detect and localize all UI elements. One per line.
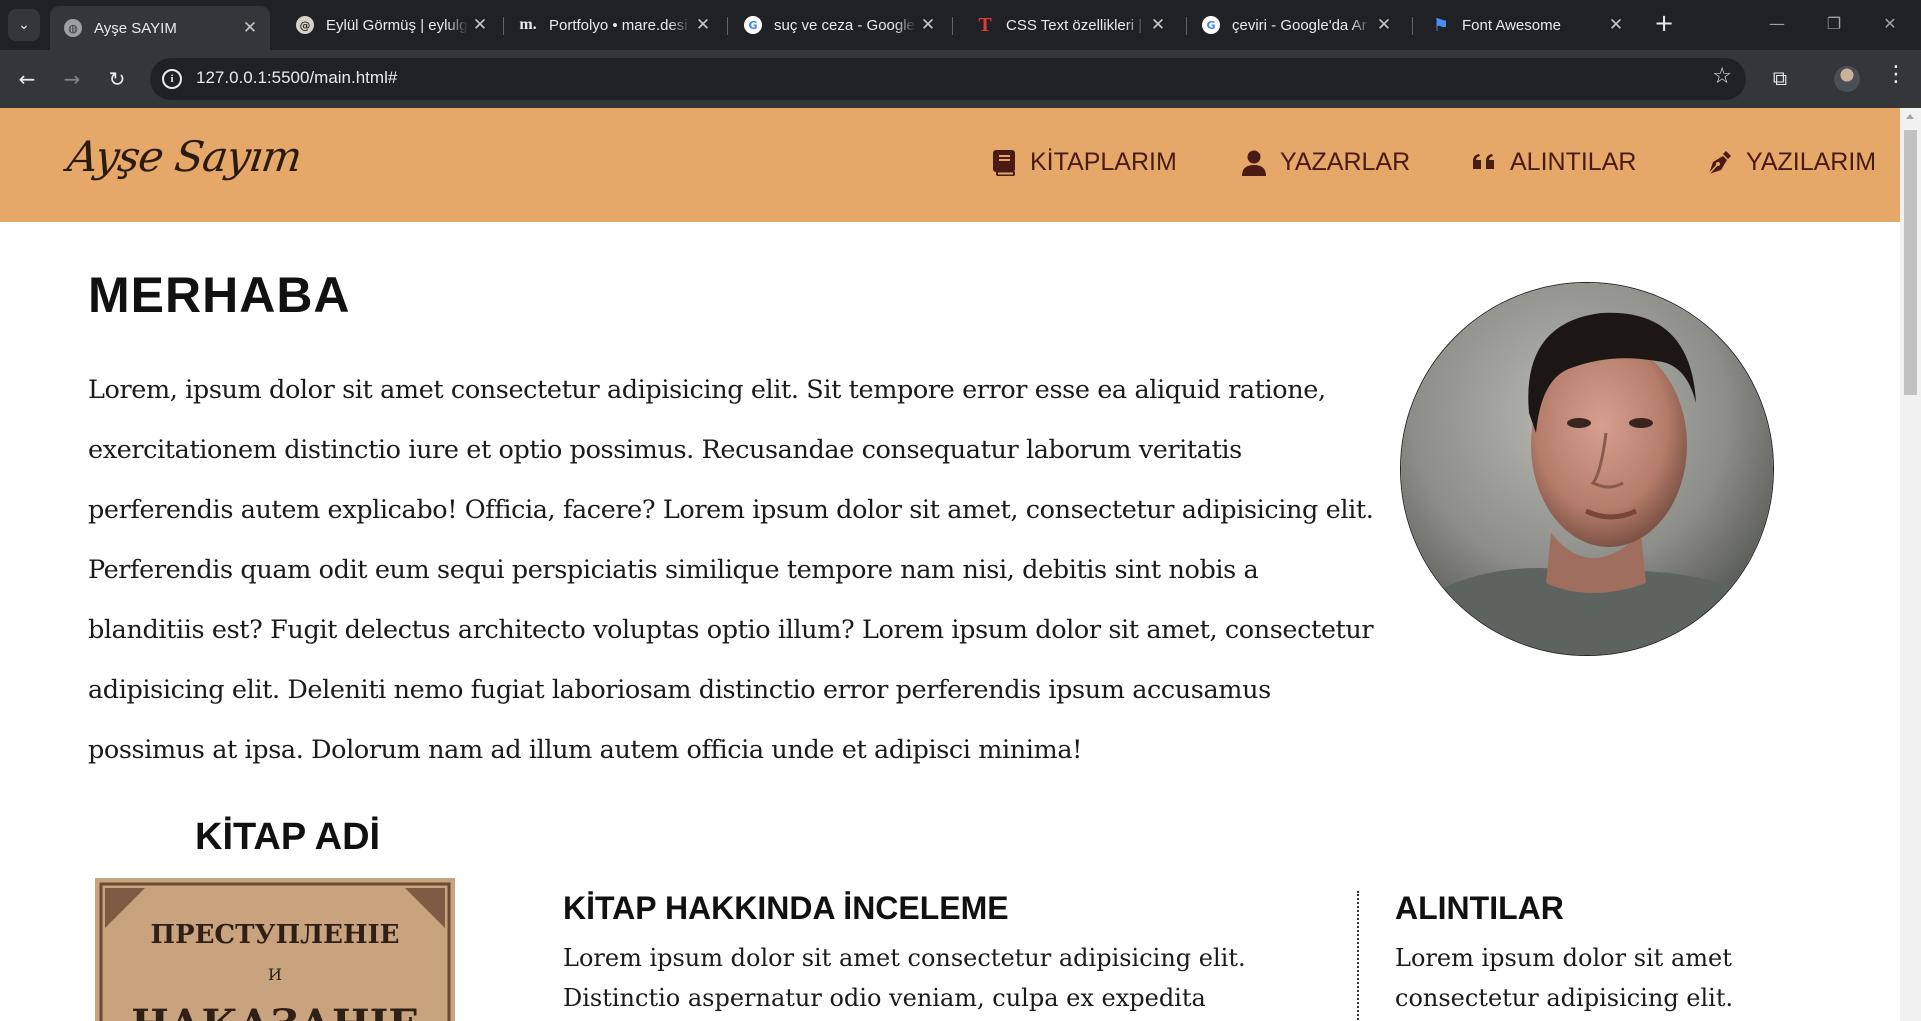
portrait-image <box>1401 283 1773 655</box>
close-icon[interactable]: ✕ <box>1372 15 1396 35</box>
url-text[interactable]: 127.0.0.1:5500/main.html# <box>196 68 397 88</box>
cover-title-line1: ПРЕСТУПЛЕНІЕ <box>151 920 400 950</box>
avatar[interactable] <box>1834 66 1860 92</box>
arrow-right-icon: → <box>63 67 81 91</box>
tab-title: suç ve ceza - Google <box>774 16 915 34</box>
nav-label: KİTAPLARIM <box>1030 148 1177 176</box>
tab-separator <box>1186 17 1187 35</box>
tab-suc-ve-ceza[interactable]: G suç ve ceza - Google ✕ <box>730 6 948 44</box>
scroll-up-icon[interactable] <box>1906 114 1914 119</box>
restore-icon: ❐ <box>1826 14 1842 33</box>
tab-separator <box>727 17 728 35</box>
close-icon[interactable]: ✕ <box>1146 15 1170 35</box>
book-icon <box>993 149 1015 176</box>
back-button[interactable]: ← <box>10 62 44 96</box>
chevron-down-icon: ⌄ <box>18 17 30 33</box>
page-viewport: Ayşe Sayım KİTAPLARIM YAZARLAR ALINTILAR… <box>0 108 1921 1021</box>
tab-ceviri[interactable]: G çeviri - Google'da Ar ✕ <box>1188 6 1404 44</box>
cover-title-line2: И <box>268 965 282 984</box>
close-icon[interactable]: ✕ <box>468 15 492 35</box>
minimize-button[interactable]: — <box>1757 8 1797 40</box>
plus-icon: + <box>1653 9 1675 37</box>
column-divider <box>1357 891 1359 1021</box>
quotes-text: Lorem ipsum dolor sit amet consectetur a… <box>1395 944 1734 1012</box>
nav-item-alintilar[interactable]: ALINTILAR <box>1472 148 1636 177</box>
google-icon: G <box>744 16 762 34</box>
tab-separator <box>952 17 953 35</box>
tab-css-text[interactable]: T CSS Text özellikleri | C ✕ <box>962 6 1178 44</box>
google-icon: G <box>1202 16 1220 34</box>
m-icon: m. <box>519 16 537 33</box>
cover-title-line3: НАКАЗАНІЕ <box>131 1001 419 1021</box>
nav-label: YAZARLAR <box>1280 148 1411 176</box>
globe-icon: ◍ <box>64 19 82 37</box>
nav-label: YAZILARIM <box>1746 148 1877 176</box>
book-cover-image: ПРЕСТУПЛЕНІЕ И НАКАЗАНІЕ <box>95 878 455 1021</box>
tab-title: Eylül Görmüş | eylulg <box>326 16 468 34</box>
nav-item-kitaplarim[interactable]: KİTAPLARIM <box>992 148 1177 177</box>
bookmark-star-icon[interactable]: ☆ <box>1712 64 1732 89</box>
tab-portfolyo[interactable]: m. Portfolyo • mare.desi ✕ <box>505 6 723 44</box>
quotes-heading: ALINTILAR <box>1395 890 1564 926</box>
tab-eylul-gormus[interactable]: @ Eylül Görmüş | eylulg ✕ <box>282 6 500 44</box>
browser-toolbar: ← → ↻ i 127.0.0.1:5500/main.html# ☆ ⧉ ⋮ <box>0 50 1921 108</box>
minimize-icon: — <box>1769 14 1785 33</box>
tab-font-awesome[interactable]: ⚑ Font Awesome ✕ <box>1418 6 1636 44</box>
close-icon[interactable]: ✕ <box>238 18 262 38</box>
forward-button[interactable]: → <box>55 62 89 96</box>
page-scrollbar[interactable] <box>1900 108 1921 1021</box>
close-icon: ✕ <box>1883 14 1897 33</box>
restore-button[interactable]: ❐ <box>1814 8 1854 40</box>
page-title: MERHABA <box>88 267 351 323</box>
tab-title: CSS Text özellikleri | C <box>1006 16 1146 34</box>
close-window-button[interactable]: ✕ <box>1870 8 1910 40</box>
site-logo[interactable]: Ayşe Sayım <box>65 132 305 181</box>
review-heading: KİTAP HAKKINDA İNCELEME <box>563 890 1009 926</box>
arrow-left-icon: ← <box>18 67 36 91</box>
new-tab-button[interactable]: + <box>1650 10 1678 38</box>
tab-title: Ayşe SAYIM <box>94 19 177 37</box>
t-icon: T <box>978 13 992 36</box>
reload-icon: ↻ <box>108 67 126 91</box>
pen-icon <box>1708 150 1731 174</box>
tab-title: Font Awesome <box>1462 16 1561 34</box>
info-icon[interactable]: i <box>162 69 182 89</box>
tab-ayse-sayim[interactable]: ◍ Ayşe SAYIM ✕ <box>50 6 270 50</box>
quote-icon <box>1473 153 1494 169</box>
site-icon: @ <box>296 16 314 34</box>
nav-label: ALINTILAR <box>1510 148 1637 176</box>
flag-icon: ⚑ <box>1432 14 1450 36</box>
tab-separator <box>1412 17 1413 35</box>
reload-button[interactable]: ↻ <box>100 62 134 96</box>
tab-search-button[interactable]: ⌄ <box>8 9 40 41</box>
profile-photo <box>1400 282 1774 656</box>
book-title: KİTAP ADİ <box>195 816 381 858</box>
scrollbar-thumb[interactable] <box>1904 130 1917 395</box>
site-header: Ayşe Sayım KİTAPLARIM YAZARLAR ALINTILAR… <box>0 108 1900 222</box>
tab-title: çeviri - Google'da Ar <box>1232 16 1367 34</box>
browser-tab-bar: ⌄ ◍ Ayşe SAYIM ✕ @ Eylül Görmüş | eylulg… <box>0 0 1921 50</box>
close-icon[interactable]: ✕ <box>691 15 715 35</box>
intro-paragraph: Lorem, ipsum dolor sit amet consectetur … <box>88 375 1374 765</box>
book-cover-art: ПРЕСТУПЛЕНІЕ И НАКАЗАНІЕ <box>95 878 455 1021</box>
menu-icon[interactable]: ⋮ <box>1884 62 1908 87</box>
address-bar[interactable]: i 127.0.0.1:5500/main.html# ☆ <box>150 58 1746 100</box>
tab-title: Portfolyo • mare.desi <box>549 16 688 34</box>
close-icon[interactable]: ✕ <box>916 15 940 35</box>
review-text: Lorem ipsum dolor sit amet consectetur a… <box>563 944 1246 1012</box>
nav-item-yazilarim[interactable]: YAZILARIM <box>1706 148 1876 177</box>
user-icon <box>1242 150 1266 176</box>
tab-separator <box>503 17 504 35</box>
nav-item-yazarlar[interactable]: YAZARLAR <box>1242 148 1410 177</box>
close-icon[interactable]: ✕ <box>1604 15 1628 35</box>
extensions-icon[interactable]: ⧉ <box>1768 66 1792 90</box>
